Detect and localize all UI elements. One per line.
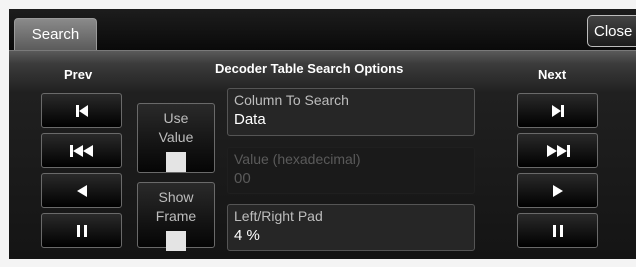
next-header: Next: [538, 67, 567, 82]
value-hex-label: Value (hexadecimal): [234, 151, 361, 167]
step-back-button[interactable]: [41, 173, 122, 208]
use-value-label-line1: Use: [163, 110, 189, 126]
prev-header: Prev: [64, 67, 93, 82]
search-options-panel: Prev Decoder Table Search Options Next U…: [9, 50, 636, 259]
show-frame-checkbox[interactable]: [166, 231, 186, 251]
left-right-pad-field[interactable]: Left/Right Pad 4 %: [227, 204, 475, 251]
column-to-search-label: Column To Search: [234, 92, 349, 108]
use-value-label-line2: Value: [158, 129, 194, 145]
left-right-pad-label: Left/Right Pad: [234, 208, 323, 224]
prev-pause-button[interactable]: [41, 213, 122, 248]
tab-search[interactable]: Search: [14, 18, 97, 50]
skip-to-first-icon: [75, 104, 88, 117]
step-back-icon: [76, 184, 87, 197]
column-to-search-value: Data: [234, 111, 266, 128]
show-frame-label-line2: Frame: [155, 208, 197, 224]
skip-to-last-icon: [551, 104, 564, 117]
tab-bar: Search Close: [9, 9, 636, 50]
fast-forward-button[interactable]: [517, 133, 598, 168]
pause-icon: [76, 224, 87, 237]
pause-icon: [552, 224, 563, 237]
last-button[interactable]: [517, 93, 598, 128]
next-pause-button[interactable]: [517, 213, 598, 248]
use-value-checkbox[interactable]: [166, 152, 186, 172]
panel-title: Decoder Table Search Options: [215, 61, 404, 76]
use-value-toggle[interactable]: Use Value: [137, 103, 215, 173]
search-dialog: Search Close Prev Decoder Table Search O…: [9, 9, 636, 259]
value-hex-value: 00: [234, 170, 251, 187]
show-frame-label-line1: Show: [158, 189, 194, 205]
fast-forward-icon: [546, 144, 570, 157]
close-button[interactable]: Close: [587, 15, 636, 47]
step-forward-icon: [552, 184, 563, 197]
step-forward-button[interactable]: [517, 173, 598, 208]
show-frame-toggle[interactable]: Show Frame: [137, 182, 215, 251]
fast-rewind-icon: [69, 144, 93, 157]
rewind-button[interactable]: [41, 133, 122, 168]
left-right-pad-value: 4 %: [234, 227, 260, 244]
column-to-search-field[interactable]: Column To Search Data: [227, 88, 475, 136]
first-button[interactable]: [41, 93, 122, 128]
value-hex-field: Value (hexadecimal) 00: [227, 147, 475, 194]
